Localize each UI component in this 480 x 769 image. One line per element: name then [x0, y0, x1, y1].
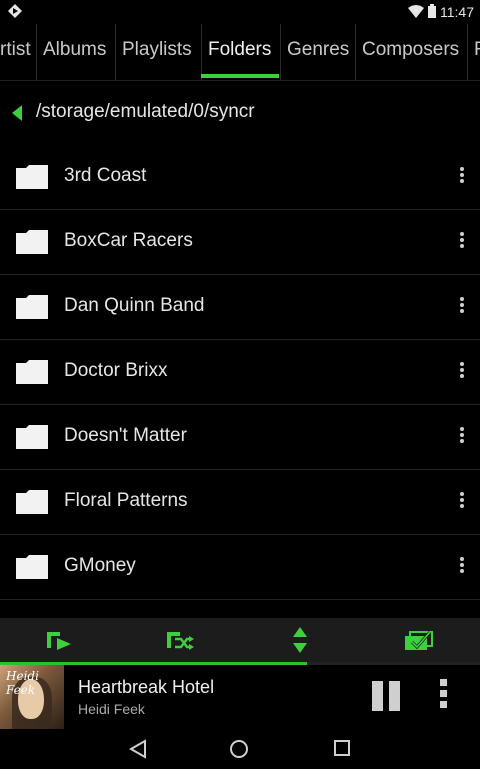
- overflow-menu-icon[interactable]: [454, 232, 470, 252]
- tab-artist[interactable]: rtist: [0, 24, 31, 80]
- folder-name: Dan Quinn Band: [64, 295, 205, 316]
- list-item[interactable]: Doctor Brixx: [0, 340, 480, 405]
- list-item[interactable]: Floral Patterns: [0, 470, 480, 535]
- multi-select-icon[interactable]: [402, 626, 434, 654]
- library-tabs: rtist Albums Playlists Folders Genres Co…: [0, 24, 480, 81]
- tab-composers[interactable]: Composers: [355, 24, 459, 80]
- back-arrow-icon[interactable]: [12, 105, 22, 121]
- wifi-icon: [408, 5, 424, 18]
- status-time: 11:47: [440, 4, 474, 20]
- album-art-text: Heidi Feek: [6, 669, 39, 697]
- overflow-menu-icon[interactable]: [454, 297, 470, 317]
- overflow-menu-icon[interactable]: [454, 492, 470, 512]
- folder-icon: [16, 425, 48, 449]
- overflow-menu-icon[interactable]: [454, 167, 470, 187]
- folder-name: BoxCar Racers: [64, 230, 193, 251]
- now-playing-menu-icon[interactable]: [436, 679, 450, 713]
- folder-name: Floral Patterns: [64, 490, 188, 511]
- folder-icon: [16, 230, 48, 254]
- list-item[interactable]: GMoney: [0, 535, 480, 600]
- tab-playlists[interactable]: Playlists: [115, 24, 192, 80]
- overflow-menu-icon[interactable]: [454, 557, 470, 577]
- album-art[interactable]: Heidi Feek: [0, 665, 64, 729]
- folder-path[interactable]: /storage/emulated/0/syncr: [0, 86, 480, 140]
- path-text: /storage/emulated/0/syncr: [36, 101, 255, 122]
- folder-name: 3rd Coast: [64, 165, 147, 186]
- tab-more[interactable]: F: [467, 24, 480, 80]
- folder-list: 3rd Coast BoxCar Racers Dan Quinn Band D…: [0, 145, 480, 600]
- pause-button[interactable]: [370, 681, 402, 711]
- system-nav-bar: [0, 729, 480, 769]
- home-icon[interactable]: [229, 739, 249, 759]
- folder-icon: [16, 165, 48, 189]
- recents-icon[interactable]: [333, 739, 351, 757]
- folder-icon: [16, 490, 48, 514]
- folder-name: Doctor Brixx: [64, 360, 168, 381]
- folder-icon: [16, 360, 48, 384]
- app-notification-icon: [8, 4, 22, 18]
- folder-name: Doesn't Matter: [64, 425, 187, 446]
- now-playing-bar[interactable]: Heidi Feek Heartbreak Hotel Heidi Feek: [0, 665, 480, 729]
- list-item[interactable]: 3rd Coast: [0, 145, 480, 210]
- battery-icon: [428, 4, 436, 18]
- shuffle-queue-icon[interactable]: [164, 626, 196, 654]
- folder-name: GMoney: [64, 555, 136, 576]
- tab-folders[interactable]: Folders: [201, 24, 271, 80]
- back-icon[interactable]: [128, 739, 148, 759]
- list-item[interactable]: BoxCar Racers: [0, 210, 480, 275]
- now-playing-artist: Heidi Feek: [78, 701, 145, 717]
- folder-icon: [16, 295, 48, 319]
- active-tab-indicator: [201, 74, 279, 78]
- tab-genres[interactable]: Genres: [280, 24, 349, 80]
- overflow-menu-icon[interactable]: [454, 427, 470, 447]
- tab-albums[interactable]: Albums: [36, 24, 106, 80]
- list-item[interactable]: Dan Quinn Band: [0, 275, 480, 340]
- now-playing-title: Heartbreak Hotel: [78, 677, 215, 697]
- list-item[interactable]: Doesn't Matter: [0, 405, 480, 470]
- action-bar: [0, 618, 480, 662]
- status-bar: 11:47: [0, 0, 480, 24]
- sort-icon[interactable]: [284, 626, 316, 654]
- overflow-menu-icon[interactable]: [454, 362, 470, 382]
- folder-icon: [16, 555, 48, 579]
- play-queue-icon[interactable]: [44, 626, 76, 654]
